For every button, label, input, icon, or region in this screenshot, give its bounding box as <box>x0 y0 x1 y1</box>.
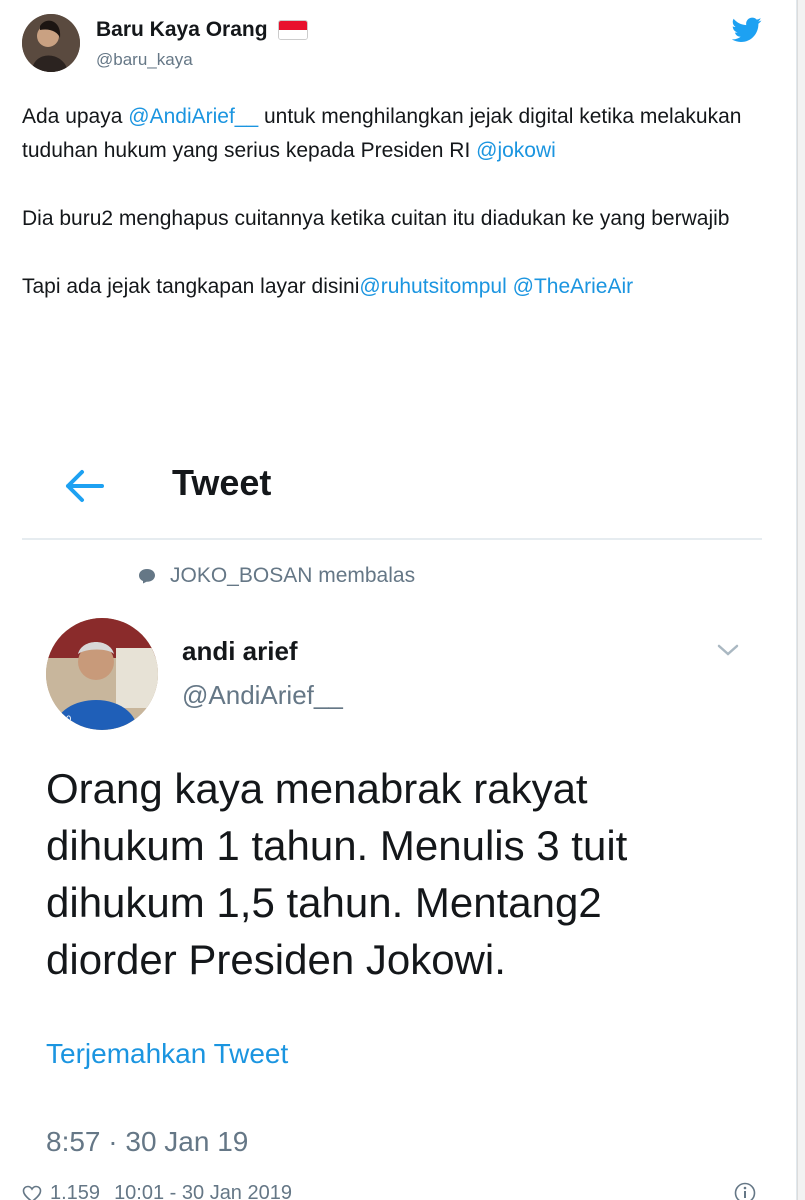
embedded-text-line: dihukum 1 tahun. Menulis 3 tuit <box>46 822 628 869</box>
tweet-paragraph: Dia buru2 menghapus cuitannya ketika cui… <box>22 202 782 236</box>
tweet-paragraph: Tapi ada jejak tangkapan layar disini@ru… <box>22 270 782 304</box>
reply-context-text: JOKO_BOSAN membalas <box>170 564 416 587</box>
reply-context: JOKO_BOSAN membalas <box>138 564 415 588</box>
tweet-paragraph: Ada upaya @AndiArief__ untuk menghilangk… <box>22 100 782 168</box>
embedded-author-avatar: 90 <box>46 618 158 730</box>
embedded-tweet-text: Orang kaya menabrak rakyat dihukum 1 tah… <box>46 760 746 988</box>
scrollbar[interactable] <box>797 0 805 1200</box>
twitter-bird-icon[interactable] <box>732 17 762 43</box>
indonesia-flag-icon <box>277 20 308 40</box>
tweet-time[interactable]: 10:01 - 30 Jan 2019 <box>114 1182 292 1200</box>
embedded-header-title: Tweet <box>172 462 272 503</box>
author-name-text[interactable]: Baru Kaya Orang <box>96 18 268 42</box>
embedded-text-line: dihukum 1,5 tahun. Mentang2 <box>46 879 602 926</box>
tweet-text: Ada upaya @AndiArief__ untuk menghilangk… <box>22 100 782 338</box>
embedded-author-name: andi arief <box>182 636 298 666</box>
svg-text:90: 90 <box>60 715 72 725</box>
chevron-down-icon <box>717 644 739 656</box>
author-display-name[interactable]: Baru Kaya Orang <box>96 18 308 42</box>
mention-link[interactable]: @ruhutsitompul <box>359 275 506 298</box>
heart-icon[interactable] <box>22 1185 42 1200</box>
author-avatar[interactable] <box>22 14 80 72</box>
tweet-text-segment: Ada upaya <box>22 105 129 128</box>
embedded-text-line: Orang kaya menabrak rakyat <box>46 765 588 812</box>
translate-tweet-link: Terjemahkan Tweet <box>46 1038 289 1069</box>
tweet-text-segment: Tapi ada jejak tangkapan layar disini <box>22 275 360 298</box>
mention-link[interactable]: @TheArieAir <box>513 275 634 298</box>
back-arrow-icon <box>66 470 104 502</box>
embedded-author-handle: @AndiArief__ <box>182 680 343 710</box>
like-count[interactable]: 1.159 <box>50 1182 100 1200</box>
tweet-text-segment: Dia buru2 menghapus cuitannya ketika cui… <box>22 207 730 230</box>
reply-bubble-icon <box>139 569 155 584</box>
mention-link[interactable]: @jokowi <box>476 139 556 162</box>
tweet-card: Baru Kaya Orang @baru_kaya Ada upaya @An… <box>0 0 797 1200</box>
embedded-timestamp: 8:57 · 30 Jan 19 <box>46 1126 249 1157</box>
embedded-text-line: diorder Presiden Jokowi. <box>46 936 506 983</box>
mention-link[interactable]: @AndiArief__ <box>128 105 258 128</box>
embedded-divider <box>22 538 762 540</box>
info-icon[interactable] <box>734 1182 756 1200</box>
embedded-tweet-screenshot: Tweet JOKO_BOSAN membalas 90 andi arief … <box>22 440 782 1200</box>
tweet-footer: 1.159 10:01 - 30 Jan 2019 <box>22 1182 762 1200</box>
author-handle[interactable]: @baru_kaya <box>96 50 193 70</box>
